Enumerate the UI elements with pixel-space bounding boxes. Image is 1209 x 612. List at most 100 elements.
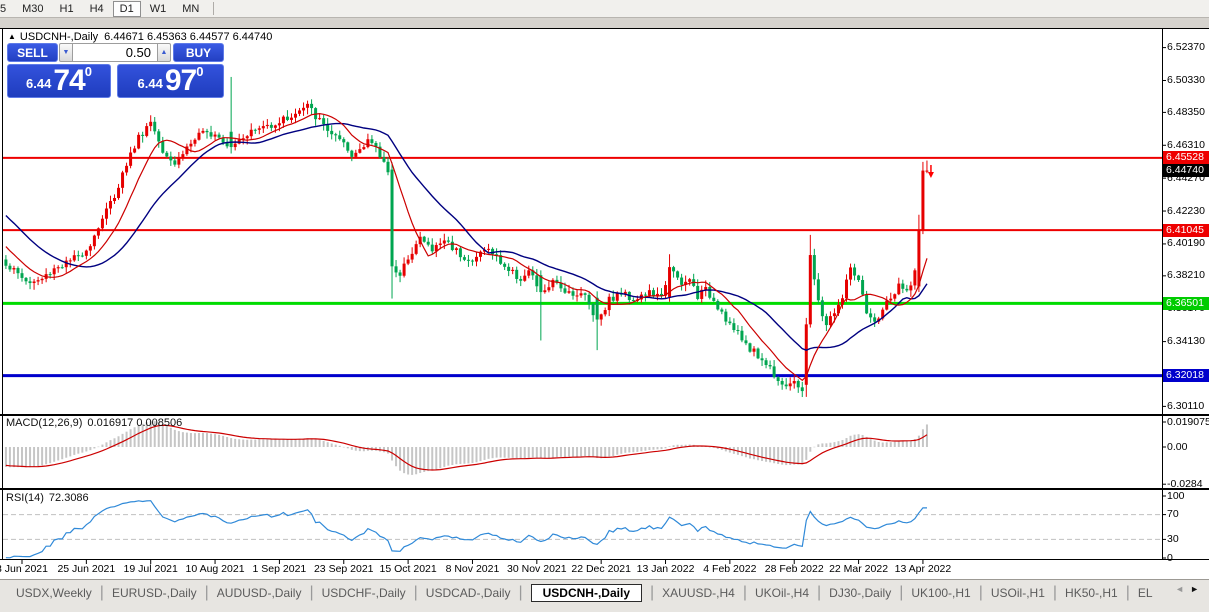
sell-price-pip: 0	[84, 64, 92, 79]
tab-separator: |	[518, 584, 523, 601]
rsi-tick-label: 100	[1167, 489, 1185, 502]
tab-separator: |	[1125, 584, 1130, 601]
tab-audusd-daily[interactable]: AUDUSD-,Daily	[217, 586, 302, 600]
timeframe-button-H4[interactable]: H4	[83, 1, 111, 17]
tab-separator: |	[817, 584, 822, 601]
volume-input[interactable]	[73, 43, 157, 62]
price-badge-6.36501: 6.36501	[1163, 296, 1209, 310]
tab-scroll-arrows: ◄►	[1175, 584, 1205, 594]
tab-usoil-h1[interactable]: USOil-,H1	[991, 586, 1045, 600]
tab-ukoil-h4[interactable]: UKOil-,H4	[755, 586, 809, 600]
timeframe-toolbar: 5 M30 H1 H4 D1 W1 MN	[0, 0, 1209, 18]
buy-button[interactable]: BUY	[173, 43, 224, 62]
price-tick-label: 6.42230	[1167, 204, 1205, 217]
price-tick-label: 6.48350	[1167, 105, 1205, 118]
price-tick-label: 6.40190	[1167, 237, 1205, 250]
price-tick-label: 6.38210	[1167, 269, 1205, 282]
date-label: 30 Nov 2021	[507, 563, 567, 575]
one-click-trading-panel: SELL ▼ ▲ BUY 6.44740 6.44970	[7, 43, 224, 98]
tab-separator: |	[204, 584, 209, 601]
chart-symbol-label: USDCNH-,Daily	[19, 31, 99, 43]
sell-price-base: 6.44	[26, 76, 52, 91]
sell-price-display[interactable]: 6.44 74 0	[7, 64, 111, 98]
price-tick-label: 6.50330	[1167, 73, 1205, 86]
rsi-value: 72.3086	[48, 492, 89, 504]
tab-separator: |	[978, 584, 983, 601]
tab-xauusd-h4[interactable]: XAUUSD-,H4	[662, 586, 735, 600]
tab-scroll-right-icon[interactable]: ►	[1190, 584, 1205, 594]
timeframe-button-M30[interactable]: M30	[15, 1, 50, 17]
tab-hk50-h1[interactable]: HK50-,H1	[1065, 586, 1118, 600]
macd-name: MACD(12,26,9)	[6, 417, 83, 429]
rsi-tick-label: 0	[1167, 551, 1173, 564]
timeframe-button-5[interactable]: 5	[0, 1, 13, 17]
timeframe-button-MN[interactable]: MN	[175, 1, 206, 17]
tab-usdcnh-daily[interactable]: USDCNH-,Daily	[530, 584, 642, 602]
tab-dj30-daily[interactable]: DJ30-,Daily	[829, 586, 891, 600]
tab-separator: |	[650, 584, 655, 601]
tab-usdx-weekly[interactable]: USDX,Weekly	[16, 586, 92, 600]
rsi-panel[interactable]	[0, 490, 1209, 559]
macd-label: MACD(12,26,9) 0.016917 0.008506	[6, 417, 182, 429]
collapse-panel-icon[interactable]: ▲	[8, 32, 16, 41]
price-tick-label: 6.30110	[1167, 399, 1205, 412]
tab-usdchf-daily[interactable]: USDCHF-,Daily	[322, 586, 406, 600]
sell-price-main: 74	[53, 64, 85, 97]
chart-left-border	[2, 29, 3, 560]
volume-increase-button[interactable]: ▲	[157, 43, 171, 62]
date-label: 25 Jun 2021	[57, 563, 116, 575]
chart-ohlc-values: 6.44671 6.45363 6.44577 6.44740	[104, 31, 273, 43]
price-tick-label: 6.46310	[1167, 138, 1205, 151]
timeframe-buttons: 5 M30 H1 H4 D1 W1 MN	[0, 0, 207, 17]
tab-scroll-left-icon[interactable]: ◄	[1175, 584, 1190, 594]
date-label: 13 Apr 2022	[894, 563, 952, 575]
date-label: 8 Nov 2021	[445, 563, 500, 575]
tab-uk100-h1[interactable]: UK100-,H1	[911, 586, 970, 600]
tab-separator: |	[1052, 584, 1058, 601]
tab-usdcad-daily[interactable]: USDCAD-,Daily	[426, 586, 511, 600]
tab-separator: |	[309, 584, 314, 601]
tab-separator: |	[99, 584, 104, 601]
price-badge-6.45528: 6.45528	[1163, 151, 1209, 165]
timeframe-button-W1[interactable]: W1	[143, 1, 174, 17]
timeframe-button-D1[interactable]: D1	[112, 0, 141, 17]
volume-decrease-button[interactable]: ▼	[59, 43, 73, 62]
price-badge-6.32018: 6.32018	[1163, 369, 1209, 383]
timeframe-button-H1[interactable]: H1	[53, 1, 81, 17]
date-label: 13 Jan 2022	[636, 563, 695, 575]
date-label: 19 Jul 2021	[123, 563, 178, 575]
buy-price-display[interactable]: 6.44 97 0	[117, 64, 224, 98]
sell-button[interactable]: SELL	[7, 43, 58, 62]
toolbar-separator	[213, 2, 215, 15]
date-label: 3 Jun 2021	[0, 563, 48, 575]
rsi-tick-label: 70	[1167, 508, 1179, 521]
tab-separator: |	[899, 584, 904, 601]
macd-values: 0.016917 0.008506	[87, 417, 183, 429]
price-tick-label: 6.52370	[1167, 41, 1205, 54]
macd-tick-label: 0.019075	[1167, 415, 1209, 428]
macd-tick-label: 0.00	[1167, 440, 1188, 453]
tab-separator: |	[413, 584, 418, 601]
tab-overflow-clipped[interactable]: EL	[1138, 586, 1153, 600]
rsi-tick-label: 30	[1167, 532, 1179, 545]
date-label: 22 Mar 2022	[829, 563, 889, 575]
date-label: 4 Feb 2022	[703, 563, 757, 575]
date-label: 23 Sep 2021	[313, 563, 374, 575]
buy-price-main: 97	[164, 64, 197, 97]
date-label: 10 Aug 2021	[185, 563, 245, 575]
rsi-name: RSI(14)	[6, 492, 44, 504]
date-label: 28 Feb 2022	[764, 563, 824, 575]
date-label: 15 Oct 2021	[379, 563, 437, 575]
price-tick-label: 6.34130	[1167, 335, 1205, 348]
rsi-label: RSI(14) 72.3086	[6, 492, 89, 504]
tab-eurusd-daily[interactable]: EURUSD-,Daily	[112, 586, 197, 600]
price-badge-6.44740: 6.44740	[1163, 164, 1209, 178]
chart-title: ▲ USDCNH-,Daily 6.44671 6.45363 6.44577 6.…	[8, 31, 272, 43]
date-label: 1 Sep 2021	[252, 563, 307, 575]
date-label: 22 Dec 2021	[571, 563, 631, 575]
buy-price-base: 6.44	[137, 76, 163, 91]
buy-price-pip: 0	[196, 64, 204, 79]
macd-tick-label: -0.0284	[1167, 477, 1203, 490]
price-axis-divider	[1162, 29, 1163, 560]
tab-separator: |	[742, 584, 747, 601]
